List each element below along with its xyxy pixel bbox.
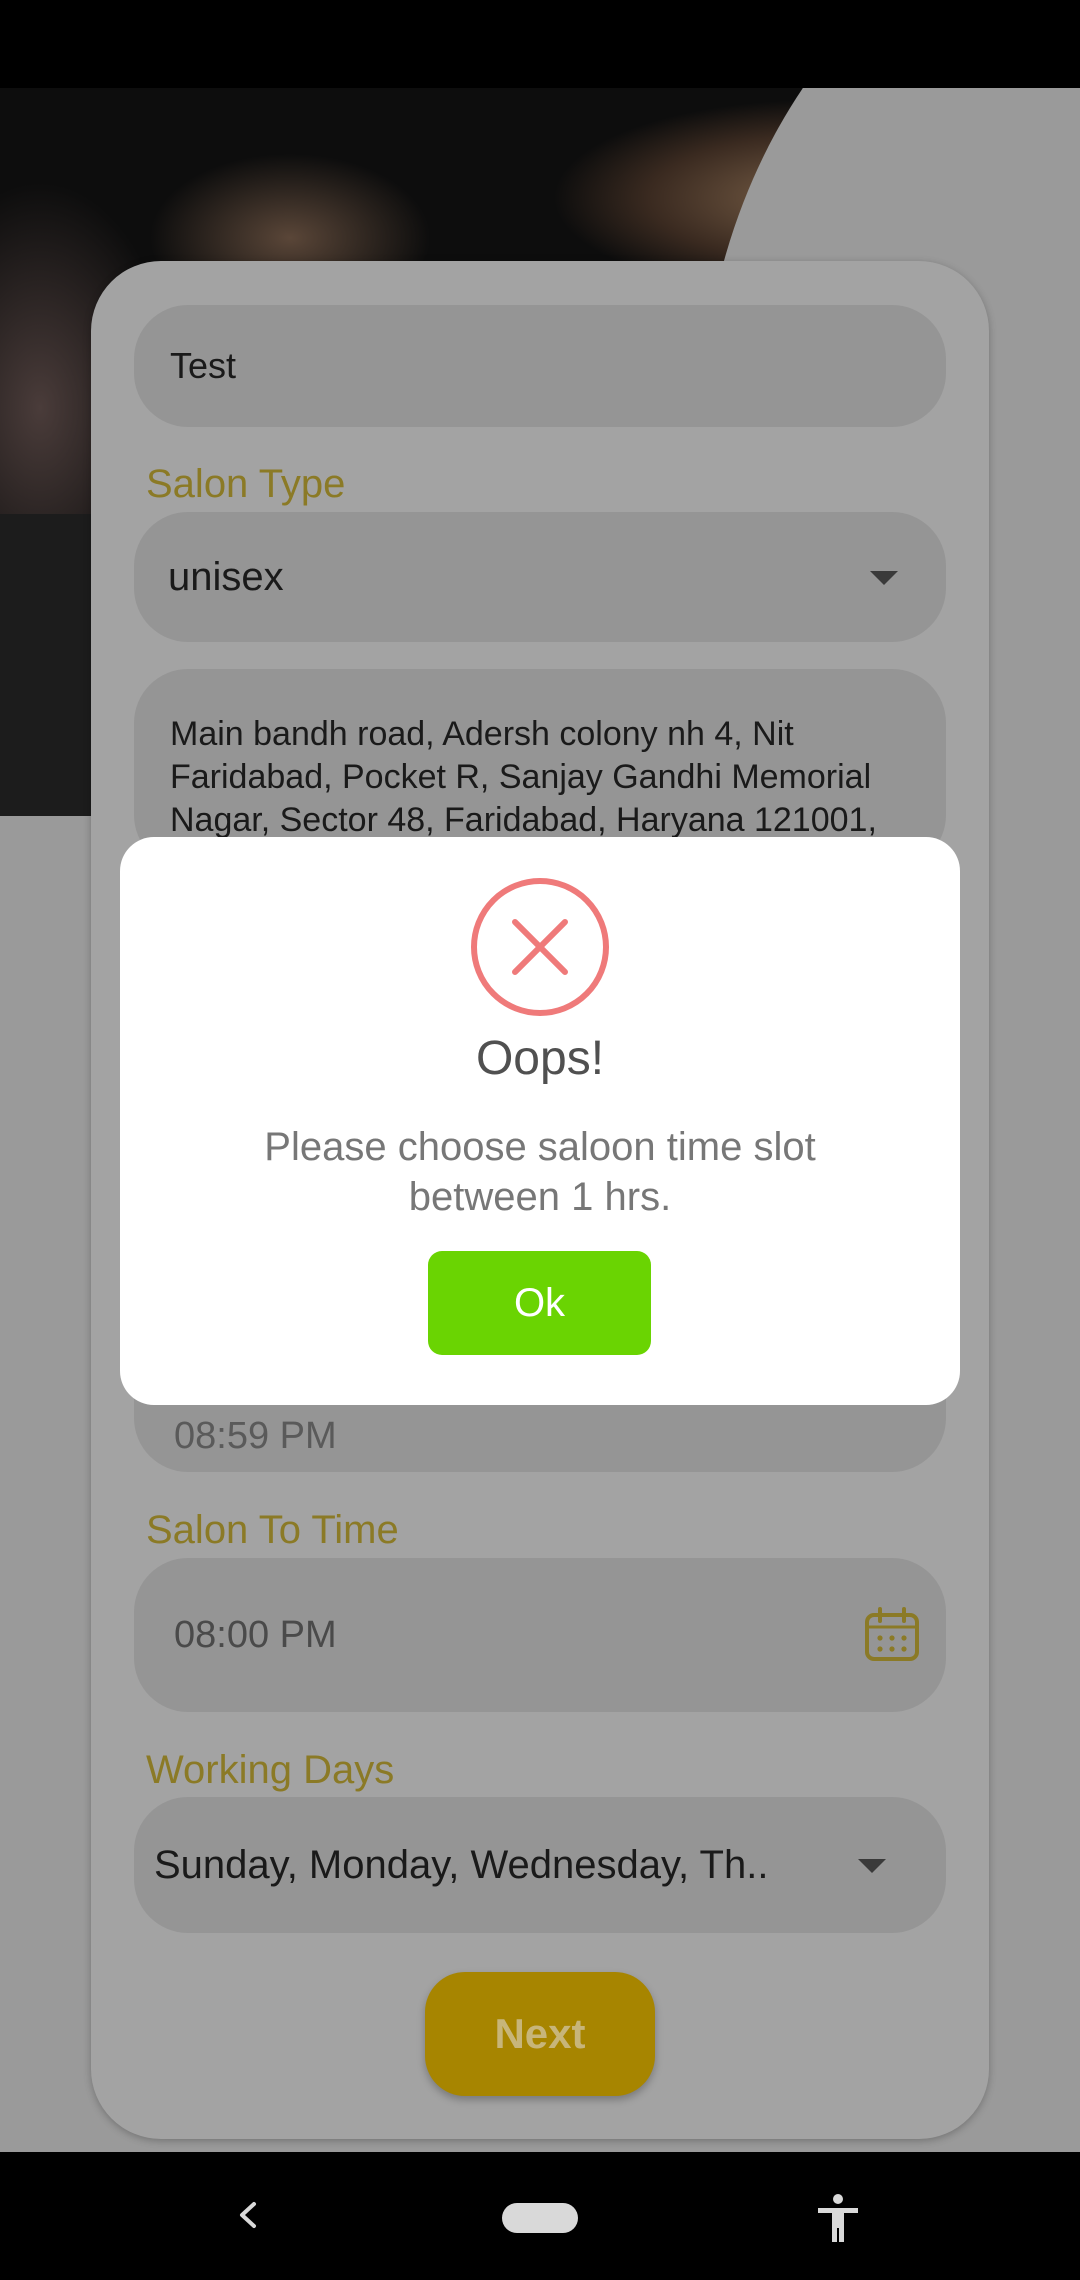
status-bar: [0, 0, 1080, 88]
home-pill-icon[interactable]: [502, 2203, 578, 2233]
from-time-value: 08:59 PM: [174, 1414, 337, 1457]
working-days-label: Working Days: [146, 1748, 395, 1792]
ok-button[interactable]: Ok: [428, 1251, 651, 1355]
accessibility-icon[interactable]: [812, 2192, 864, 2244]
to-time-label: Salon To Time: [146, 1508, 399, 1552]
working-days-dropdown[interactable]: Sunday, Monday, Wednesday, Th..: [134, 1797, 946, 1933]
working-days-value: Sunday, Monday, Wednesday, Th..: [154, 1842, 769, 1887]
chevron-down-icon: [870, 571, 898, 585]
salon-type-dropdown[interactable]: unisex: [134, 512, 946, 642]
to-time-field[interactable]: 08:00 PM: [134, 1558, 946, 1712]
calendar-icon[interactable]: [862, 1605, 922, 1665]
hero-dark-panel: [0, 514, 91, 816]
dialog-title: Oops!: [475, 1032, 605, 1085]
dialog-message: Please choose saloon time slot between 1…: [264, 1125, 816, 1219]
address-value: Main bandh road, Adersh colony nh 4, Nit…: [170, 715, 877, 839]
salon-type-label: Salon Type: [146, 462, 346, 506]
to-time-value: 08:00 PM: [174, 1613, 337, 1656]
back-icon[interactable]: [224, 2190, 274, 2240]
next-button[interactable]: Next: [425, 1972, 655, 2096]
chevron-down-icon: [858, 1859, 886, 1873]
salon-name-field[interactable]: Test: [134, 305, 946, 427]
close-circle-icon: [471, 878, 609, 1016]
salon-type-value: unisex: [168, 554, 284, 599]
salon-name-value: Test: [170, 345, 237, 386]
